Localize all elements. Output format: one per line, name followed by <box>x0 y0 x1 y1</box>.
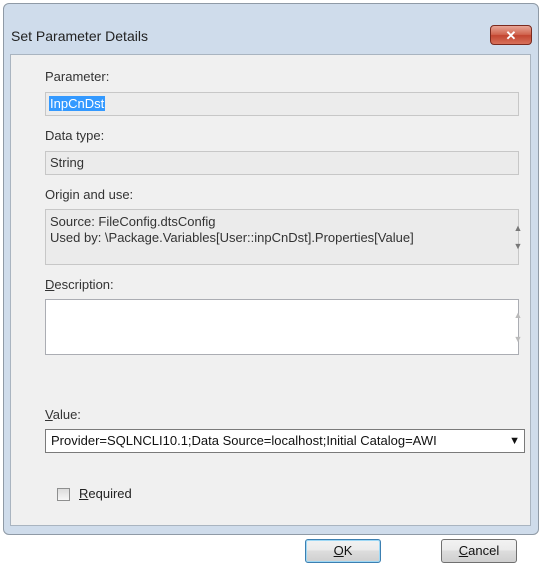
title-bar[interactable]: Set Parameter Details ✕ <box>4 4 538 56</box>
chevron-down-icon[interactable]: ▼ <box>509 430 520 452</box>
origin-used-by-line: Used by: \Package.Variables[User::inpCnD… <box>50 230 414 245</box>
parameter-label: Parameter: <box>45 69 110 84</box>
origin-textarea[interactable]: Source: FileConfig.dtsConfig Used by: \P… <box>45 209 523 265</box>
origin-scrollbar[interactable]: ▲ ▼ <box>501 210 523 264</box>
scroll-up-icon[interactable]: ▲ <box>510 310 527 320</box>
origin-label: Origin and use: <box>45 187 134 202</box>
description-label: Description: <box>45 277 114 292</box>
dialog-window: Set Parameter Details ✕ Parameter: InpCn… <box>3 3 539 563</box>
dialog-body: Parameter: InpCnDst Data type: String Or… <box>10 54 531 563</box>
data-type-field[interactable]: String <box>45 151 519 175</box>
required-label[interactable]: Required <box>79 486 132 501</box>
scroll-up-icon[interactable]: ▲ <box>510 220 527 236</box>
scroll-down-icon[interactable]: ▼ <box>510 238 527 254</box>
description-textarea[interactable]: ▲ ▼ <box>45 299 523 355</box>
value-label: Value: <box>45 407 81 422</box>
value-selected: Provider=SQLNCLI10.1;Data Source=localho… <box>51 433 437 448</box>
data-type-label: Data type: <box>45 128 105 143</box>
dialog-title: Set Parameter Details <box>11 28 148 44</box>
origin-source-line: Source: FileConfig.dtsConfig <box>50 214 216 229</box>
scroll-down-icon[interactable]: ▼ <box>510 334 527 344</box>
ok-button[interactable]: OK <box>305 539 381 563</box>
data-type-value: String <box>50 155 84 170</box>
cancel-button[interactable]: Cancel <box>441 539 517 563</box>
close-button[interactable]: ✕ <box>490 25 532 45</box>
close-icon: ✕ <box>505 28 517 43</box>
parameter-value: InpCnDst <box>49 96 106 111</box>
required-checkbox[interactable] <box>57 488 70 501</box>
parameter-field[interactable]: InpCnDst <box>45 92 519 116</box>
description-scrollbar[interactable]: ▲ ▼ <box>501 300 523 354</box>
value-combobox[interactable]: Provider=SQLNCLI10.1;Data Source=localho… <box>45 429 525 453</box>
